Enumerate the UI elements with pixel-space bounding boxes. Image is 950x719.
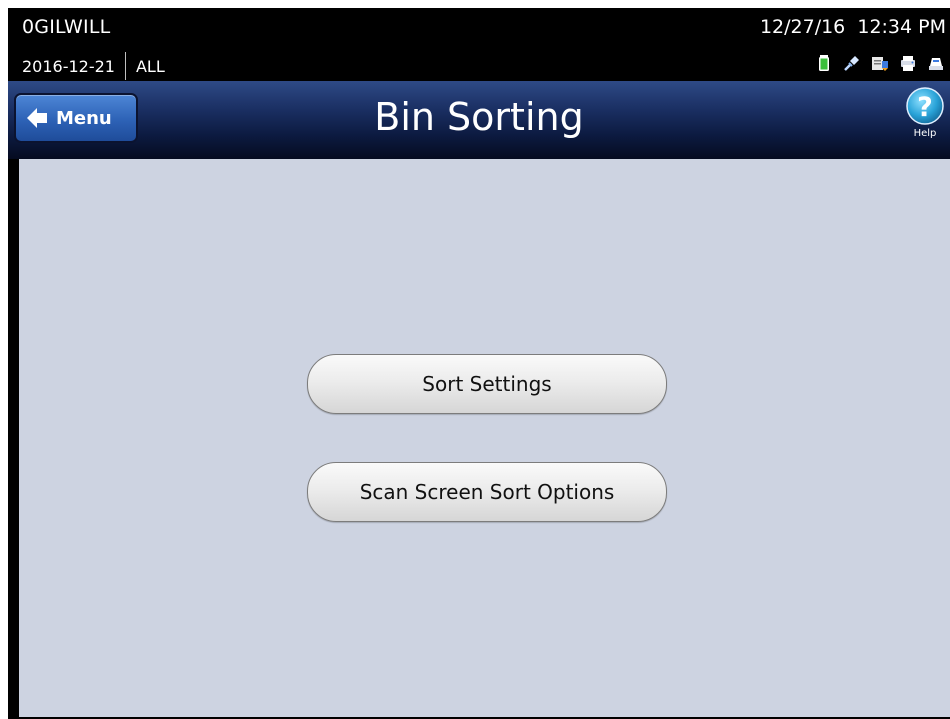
help-label: Help [913,128,937,139]
user-id: 0GILWILL [22,16,111,38]
connection-icon [842,54,862,72]
clock: 12/27/16 12:34 PM [759,16,946,38]
status-icons [814,54,946,72]
svg-text:?: ? [917,92,933,123]
sync-icon [870,54,890,72]
page-title: Bin Sorting [374,95,584,139]
help-button[interactable]: ? Help [904,86,946,152]
battery-icon [814,54,834,72]
status-bar: 0GILWILL 2016-12-21 ALL 12/27/16 12:34 P… [8,8,950,81]
session-date: 2016-12-21 [22,56,115,76]
help-icon: ? [906,87,944,125]
session-info: 2016-12-21 ALL [22,52,165,80]
sort-settings-button[interactable]: Sort Settings [307,354,667,414]
filter-label: ALL [135,56,165,76]
main-content: Sort Settings Scan Screen Sort Options [19,159,950,717]
scan-screen-sort-options-button[interactable]: Scan Screen Sort Options [307,462,667,522]
dock-icon [926,54,946,72]
divider [124,52,126,80]
device-frame: 0GILWILL 2016-12-21 ALL 12/27/16 12:34 P… [8,8,950,719]
sort-settings-label: Sort Settings [422,372,552,396]
title-bar: Menu Bin Sorting ? Help [8,81,950,159]
printer-icon [898,54,918,72]
scan-screen-sort-options-label: Scan Screen Sort Options [359,480,615,504]
